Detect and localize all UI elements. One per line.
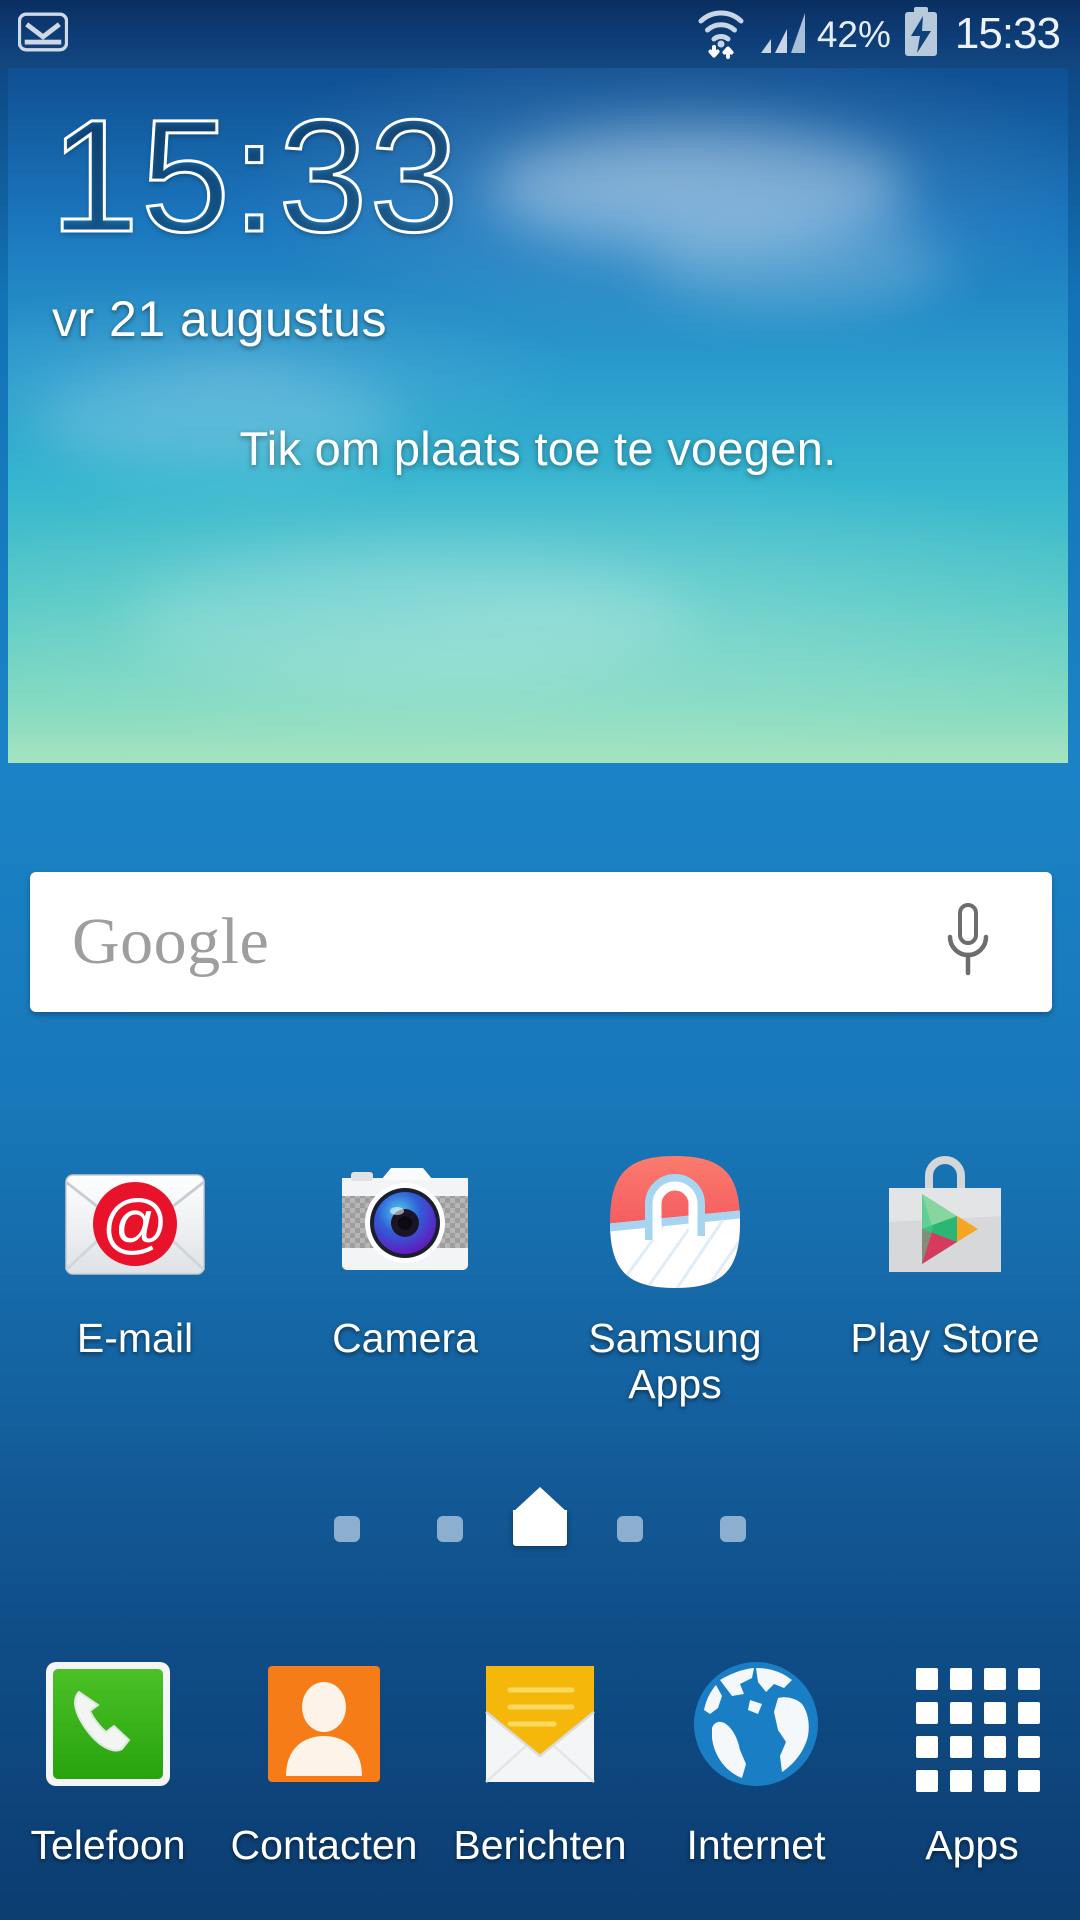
page-indicators (0, 1487, 1080, 1542)
app-icon-play-store[interactable]: Play Store (810, 1148, 1080, 1408)
internet-globe-icon[interactable] (682, 1652, 830, 1800)
widget-clock-time[interactable]: 15:33 (48, 94, 460, 257)
dock-label-berichten: Berichten (453, 1822, 627, 1868)
phone-handset-icon[interactable] (34, 1652, 182, 1800)
app-label-camera: Camera (332, 1315, 478, 1361)
dock-icon-internet[interactable]: Internet (648, 1652, 864, 1869)
status-bar-clock: 15:33 (954, 9, 1061, 58)
messages-envelope-icon[interactable] (466, 1652, 614, 1800)
svg-text:@: @ (102, 1186, 169, 1260)
samsung-apps-basket-icon[interactable] (595, 1148, 755, 1300)
app-icon-email[interactable]: @ E-mail (0, 1148, 270, 1408)
gmail-icon[interactable] (17, 12, 69, 57)
cloud-decoration (128, 548, 688, 688)
app-label-play-store: Play Store (850, 1315, 1040, 1361)
wifi-signal-icon (695, 4, 747, 65)
battery-charging-icon (901, 6, 941, 62)
apps-grid-icon[interactable] (898, 1652, 1046, 1800)
dock-icon-berichten[interactable]: Berichten (432, 1652, 648, 1869)
google-logo-text[interactable]: Google (72, 909, 269, 975)
dock-label-telefoon: Telefoon (30, 1822, 186, 1868)
page-dot-1[interactable] (334, 1516, 360, 1542)
dock-icon-contacten[interactable]: Contacten (216, 1652, 432, 1869)
play-store-bag-icon[interactable] (865, 1148, 1025, 1300)
add-location-hint[interactable]: Tik om plaats toe te voegen. (8, 421, 1068, 476)
dock-bar: Telefoon Contacten Berichten Internet Ap… (0, 1620, 1080, 1920)
status-bar-notifications[interactable] (0, 12, 69, 57)
status-bar-system-icons[interactable]: 42% 15:33 (695, 4, 1080, 65)
microphone-icon[interactable] (944, 902, 992, 982)
page-dot-5[interactable] (720, 1516, 746, 1542)
home-screen-app-grid: @ E-mail Camera Samsung Apps Play Store (0, 1148, 1080, 1408)
cellular-signal-icon (757, 9, 807, 60)
dock-icon-telefoon[interactable]: Telefoon (0, 1652, 216, 1869)
app-icon-camera[interactable]: Camera (270, 1148, 540, 1408)
app-icon-samsung-apps[interactable]: Samsung Apps (540, 1148, 810, 1408)
email-envelope-icon[interactable]: @ (55, 1148, 215, 1300)
app-label-samsung-apps: Samsung Apps (588, 1315, 762, 1407)
battery-percentage-label: 42% (816, 13, 891, 55)
dock-label-contacten: Contacten (230, 1822, 418, 1868)
dock-label-apps: Apps (925, 1822, 1019, 1868)
weather-clock-widget[interactable]: 15:33 vr 21 augustus Tik om plaats toe t… (8, 68, 1068, 763)
cloud-decoration (648, 218, 948, 308)
widget-clock-date[interactable]: vr 21 augustus (52, 290, 387, 348)
page-dot-2[interactable] (437, 1516, 463, 1542)
status-bar[interactable]: 42% 15:33 (0, 0, 1080, 68)
google-search-bar[interactable]: Google (30, 872, 1052, 1012)
dock-label-internet: Internet (686, 1822, 826, 1868)
app-label-email: E-mail (76, 1315, 194, 1361)
page-dot-4[interactable] (617, 1516, 643, 1542)
dock-icon-apps[interactable]: Apps (864, 1652, 1080, 1869)
camera-icon[interactable] (325, 1148, 485, 1300)
contacts-person-icon[interactable] (250, 1652, 398, 1800)
